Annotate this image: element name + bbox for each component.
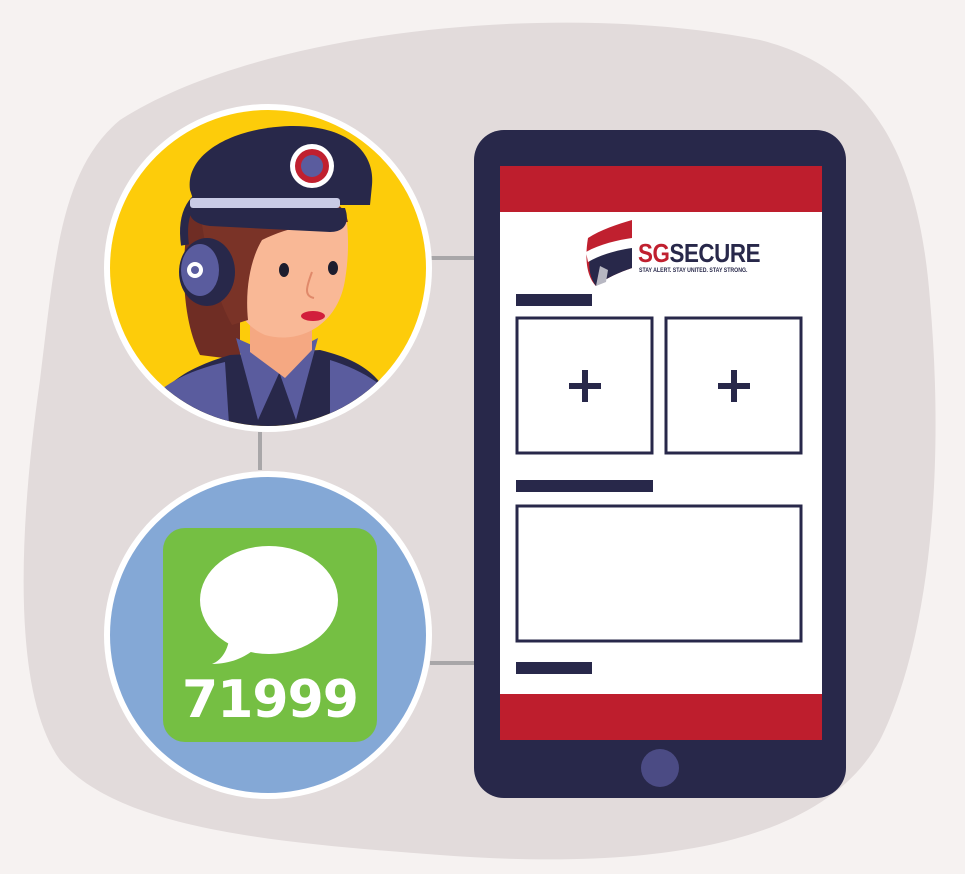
add-photo-button-2[interactable]	[664, 316, 803, 455]
tablet-device	[474, 130, 846, 798]
submit-bar[interactable]	[516, 662, 592, 674]
add-photo-button-1[interactable]	[515, 316, 654, 455]
illustration-scene	[23, 22, 936, 860]
photo-section-label-bar	[516, 294, 592, 306]
top-banner	[500, 166, 822, 212]
bottom-banner	[500, 694, 822, 740]
logo-tagline: STAY ALERT. STAY UNITED. STAY STRONG.	[639, 267, 748, 274]
logo-secure-text: SECURE	[669, 238, 761, 268]
description-label-bar	[516, 480, 653, 492]
home-button[interactable]	[641, 749, 679, 787]
sms-number: 71999	[182, 670, 359, 730]
description-text-area[interactable]	[515, 504, 803, 643]
sms-avatar	[104, 471, 432, 799]
sgsecure-logo-text: SGSECURE	[638, 240, 760, 266]
logo-sg-text: SG	[638, 238, 670, 268]
